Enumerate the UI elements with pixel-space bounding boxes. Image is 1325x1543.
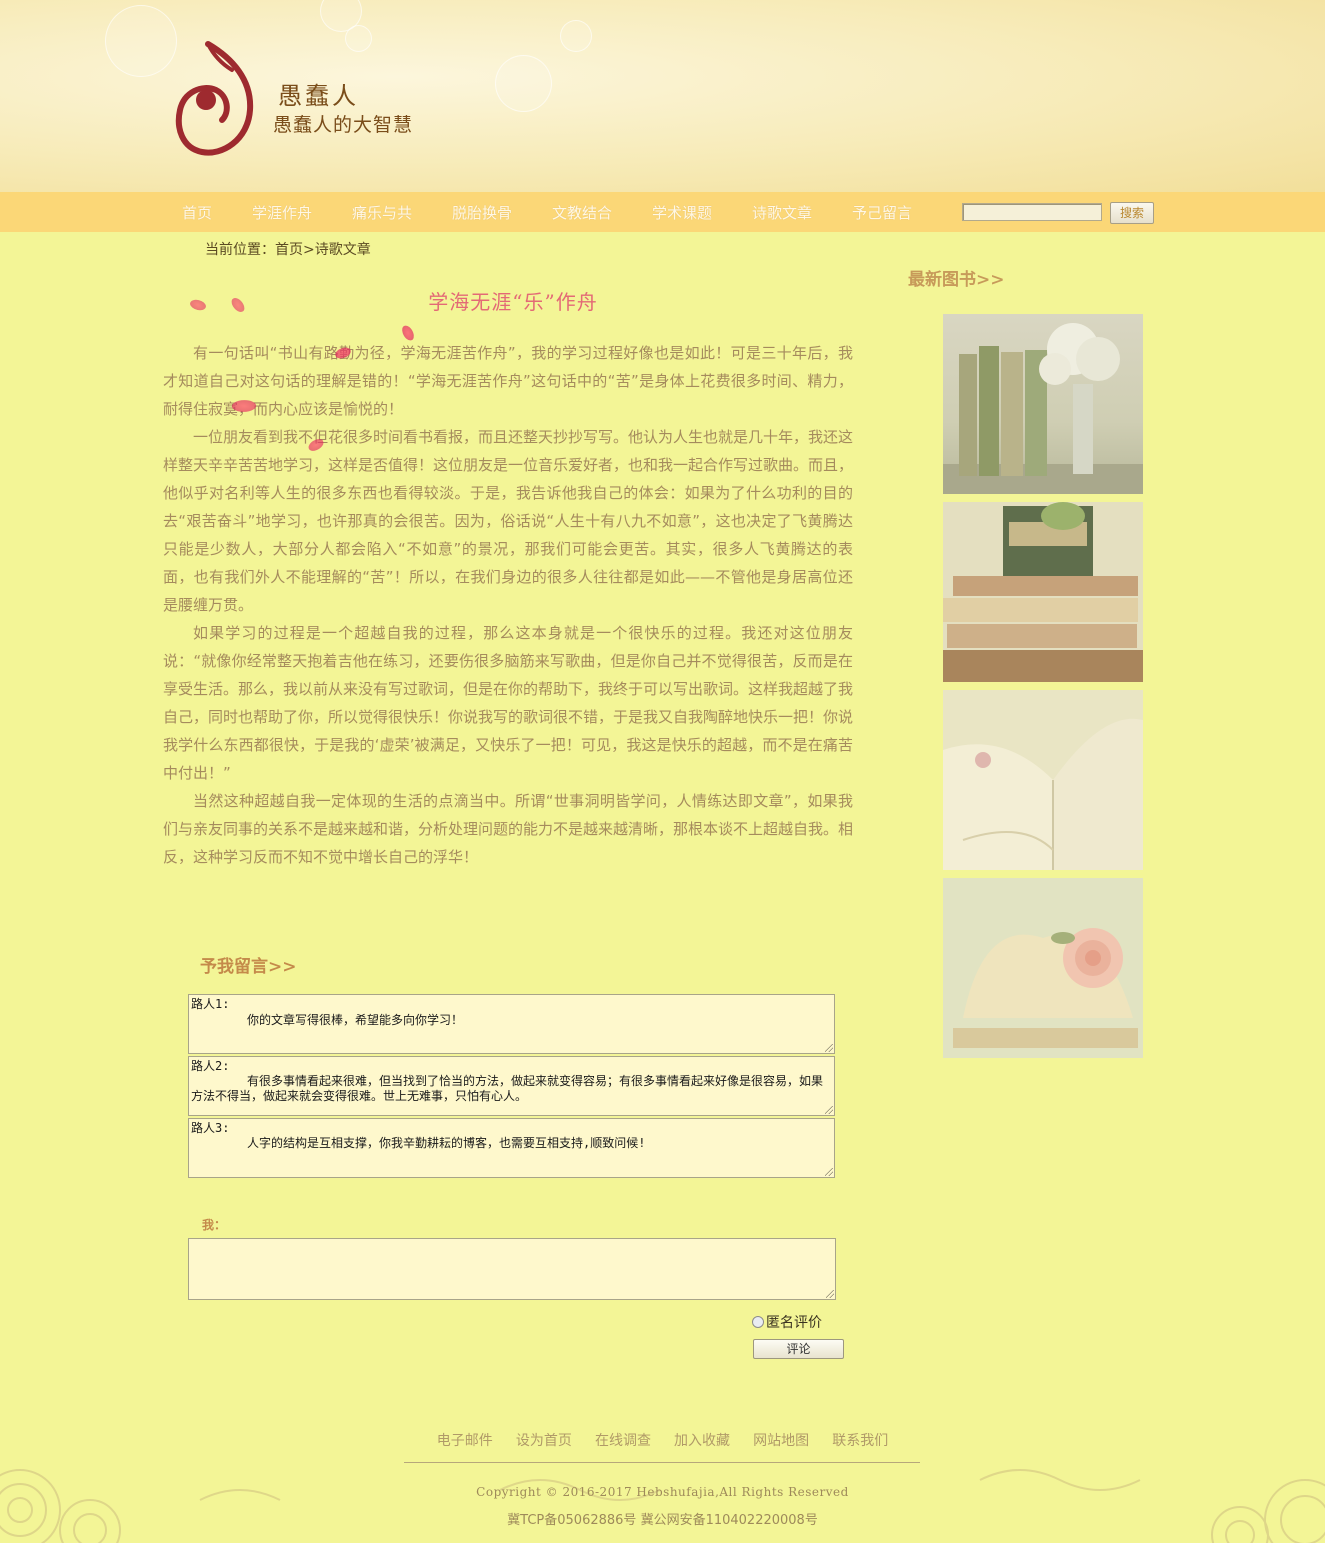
breadcrumb-separator: > [303,242,315,258]
book-image-4[interactable] [943,878,1143,1058]
anonymous-option[interactable]: 匿名评价 [752,1312,822,1332]
footer-link-bookmark[interactable]: 加入收藏 [674,1430,730,1450]
comment-box[interactable]: 路人2: 有很多事情看起来很难，但当找到了恰当的方法，做起来就变得容易；有很多事… [188,1056,835,1116]
submit-comment-button[interactable]: 评论 [753,1339,844,1359]
brand-subtitle: 愚蠢人的大智慧 [273,114,414,136]
comment-text: 有很多事情看起来很难，但当找到了恰当的方法，做起来就变得容易；有很多事情看起来好… [191,1074,824,1103]
book-image-2[interactable] [943,502,1143,682]
site-footer: 电子邮件 设为首页 在线调查 加入收藏 网站地图 联系我们 Copyright … [0,1400,1325,1543]
my-comment-textarea[interactable] [188,1238,836,1300]
anonymous-radio[interactable] [752,1316,764,1328]
sidebar-title: 最新图书>> [908,270,1005,290]
comments-title: 予我留言>> [200,957,297,977]
comment-box[interactable]: 路人3: 人字的结构是互相支撑，你我辛勤耕耘的博客，也需要互相支持,顺致问候! [188,1118,835,1178]
footer-link-sitemap[interactable]: 网站地图 [753,1430,809,1450]
breadcrumb-current-link[interactable]: 诗歌文章 [315,242,371,258]
nav-item-share[interactable]: 痛乐与共 [352,202,412,223]
resize-grip-icon[interactable] [825,1168,833,1176]
copyright-text: Copyright © 2016-2017 Hebshufajia,All Ri… [476,1485,849,1499]
footer-link-survey[interactable]: 在线调查 [595,1430,651,1450]
comment-text-content: 你的文章写得很棒，希望能多向你学习！ [247,1013,464,1027]
my-comment-label: 我： [202,1218,227,1232]
footer-link-contact[interactable]: 联系我们 [832,1430,888,1450]
icp-text: 冀TCP备05062886号 冀公网安备110402220008号 [507,1513,818,1528]
article-title: 学海无涯“乐”作舟 [428,290,598,314]
nav-item-study[interactable]: 学涯作舟 [252,202,312,223]
comment-text: 你的文章写得很棒，希望能多向你学习！ [191,997,832,1027]
nav-item-transform[interactable]: 脱胎换骨 [452,202,512,223]
article-body: 有一句话叫“书山有路勤为径，学海无涯苦作舟”，我的学习过程好像也是如此！可是三十… [163,339,853,871]
search-input[interactable] [962,203,1102,221]
comment-author: 路人2: [191,1059,230,1073]
article-paragraph: 一位朋友看到我不但花很多时间看书看报，而且还整天抄抄写写。他认为人生也就是几十年… [163,428,854,614]
bubble-decoration [105,5,177,77]
resize-grip-icon[interactable] [826,1290,834,1298]
footer-link-email[interactable]: 电子邮件 [437,1430,493,1450]
breadcrumb-home-link[interactable]: 首页 [275,242,303,258]
nav-item-poetry[interactable]: 诗歌文章 [752,202,812,223]
book-image-1[interactable] [943,314,1143,494]
bubble-decoration [560,20,592,52]
comment-box[interactable]: 路人1: 你的文章写得很棒，希望能多向你学习！ [188,994,835,1054]
nav-item-guestbook[interactable]: 予己留言 [852,202,912,223]
brand-title: 愚蠢人 [278,82,359,110]
search-button[interactable]: 搜索 [1110,202,1154,224]
breadcrumb: 当前位置：首页>诗歌文章 [205,239,371,259]
bubble-decoration [345,25,372,52]
article-paragraph: 如果学习的过程是一个超越自我的过程，那么这本身就是一个很快乐的过程。我还对这位朋… [163,624,854,782]
site-header: 愚蠢人 愚蠢人的大智慧 [0,0,1325,192]
resize-grip-icon[interactable] [825,1044,833,1052]
footer-link-set-home[interactable]: 设为首页 [516,1430,572,1450]
anonymous-label: 匿名评价 [766,1315,822,1331]
bubble-decoration [495,55,552,112]
article-paragraph: 有一句话叫“书山有路勤为径，学海无涯苦作舟”，我的学习过程好像也是如此！可是三十… [163,344,853,418]
comment-text: 人字的结构是互相支撑，你我辛勤耕耘的博客，也需要互相支持,顺致问候! [247,1136,646,1150]
comment-author: 路人3: [191,1121,230,1135]
nav-item-home[interactable]: 首页 [182,202,212,223]
nav-item-education[interactable]: 文教结合 [552,202,612,223]
book-image-3[interactable] [943,690,1143,870]
resize-grip-icon[interactable] [825,1106,833,1114]
breadcrumb-prefix: 当前位置： [205,242,275,258]
nav-item-research[interactable]: 学术课题 [652,202,712,223]
logo-icon[interactable] [172,40,262,158]
footer-divider [404,1462,920,1463]
article-paragraph: 当然这种超越自我一定体现的生活的点滴当中。所谓“世事洞明皆学问，人情练达即文章”… [163,792,854,866]
footer-links: 电子邮件 设为首页 在线调查 加入收藏 网站地图 联系我们 [0,1430,1325,1450]
